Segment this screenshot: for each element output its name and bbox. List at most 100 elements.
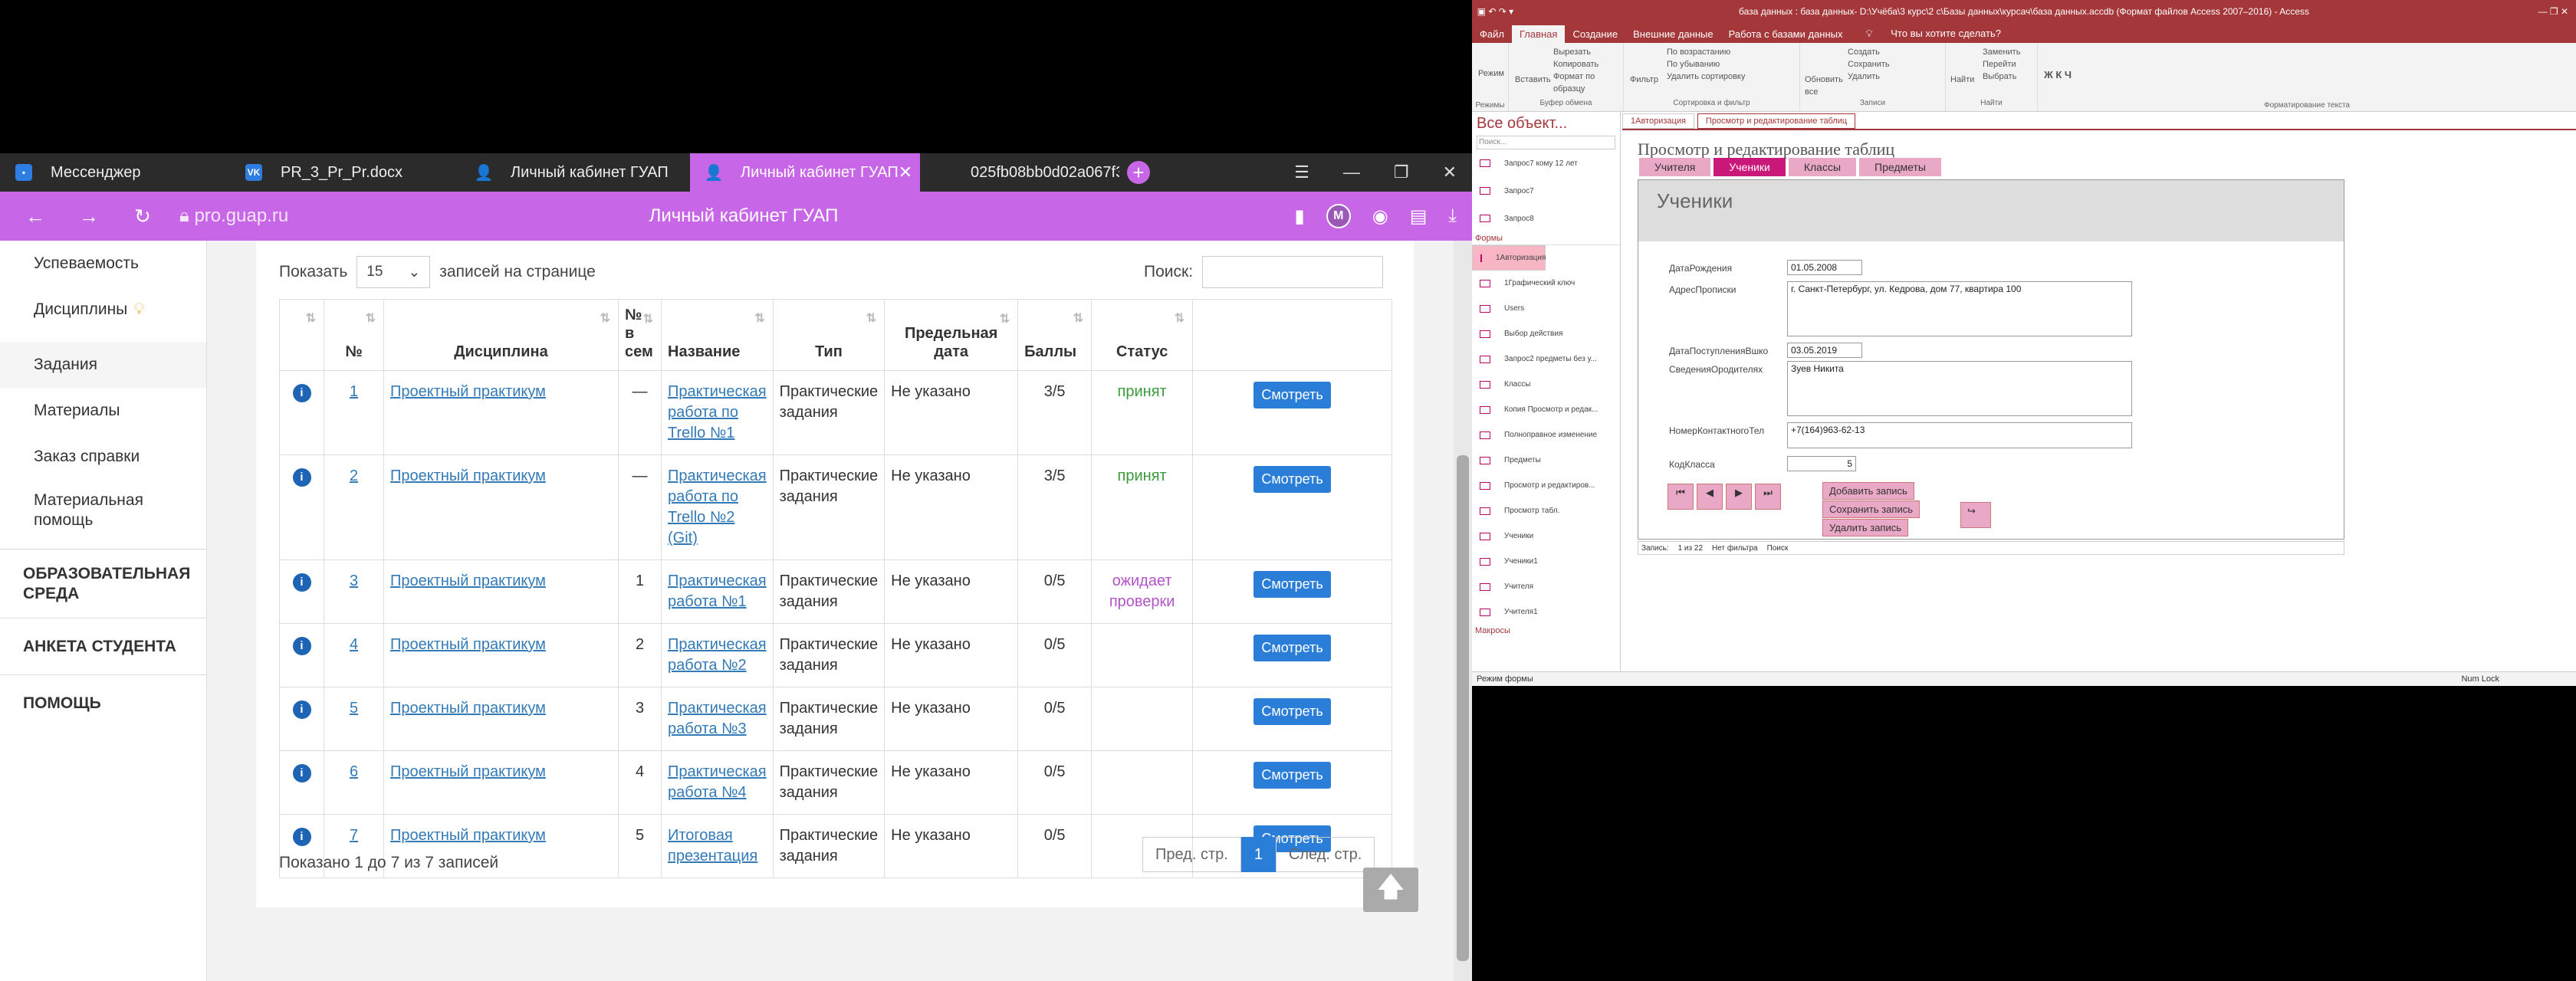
extension-icon[interactable]: ◉ (1372, 205, 1388, 228)
field-enroll-date[interactable]: 03.05.2019 (1787, 343, 1862, 358)
view-button[interactable]: Режим (1478, 69, 1504, 78)
info-icon[interactable]: i (292, 573, 311, 592)
field-parents[interactable]: Зуев Никита (1787, 361, 2132, 416)
task-name-link[interactable]: Практическая работа №2 (668, 636, 767, 674)
discipline-link[interactable]: Проектный практикум (390, 827, 546, 844)
refresh-all-button[interactable]: Обновить все (1805, 74, 1843, 98)
record-position[interactable]: 1 из 22 (1678, 544, 1703, 553)
exit-icon[interactable]: ↪ (1960, 502, 1991, 528)
last-record-icon[interactable]: ⏭ (1755, 484, 1781, 510)
task-name-link[interactable]: Итоговая презентация (668, 827, 757, 865)
nav-form-item[interactable]: Учителя1 (1472, 599, 1620, 625)
next-record-icon[interactable]: ▶ (1726, 484, 1752, 510)
task-number-link[interactable]: 4 (350, 636, 358, 653)
task-number-link[interactable]: 3 (350, 573, 358, 589)
form-tab-subjects[interactable]: Предметы (1859, 158, 1941, 176)
filter-button[interactable]: Фильтр (1630, 74, 1658, 86)
info-icon[interactable]: i (292, 468, 311, 487)
sidebar-item-materials[interactable]: Материалы (0, 388, 206, 434)
tab-guap-1[interactable]: 👤 Личный кабинет ГУАП (460, 153, 690, 192)
discipline-link[interactable]: Проектный практикум (390, 636, 546, 653)
back-icon[interactable]: ← (17, 205, 54, 228)
tab-messenger[interactable]: ▪ Мессенджер (0, 153, 230, 192)
quick-access-icons[interactable]: ▣ ↶ ↷ ▾ (1472, 6, 1625, 17)
discipline-link[interactable]: Проектный практикум (390, 700, 546, 717)
task-number-link[interactable]: 5 (350, 700, 358, 717)
field-class-code[interactable]: 5 (1787, 456, 1856, 471)
new-tab-button[interactable]: + (1127, 161, 1150, 184)
find-button[interactable]: Найти (1950, 74, 1974, 86)
nav-form-item[interactable]: Полноправное изменение (1472, 422, 1620, 448)
info-icon[interactable]: i (292, 764, 311, 783)
nav-form-item[interactable]: 1Авторизация (1472, 245, 1546, 271)
info-icon[interactable]: i (292, 828, 311, 846)
scroll-to-top-button[interactable]: 🡅 (1363, 868, 1418, 912)
text-format-buttons[interactable]: Ж К Ч (2044, 69, 2570, 80)
doctab-view-edit[interactable]: Просмотр и редактирование таблиц (1697, 113, 1856, 129)
page-1-button[interactable]: 1 (1240, 837, 1276, 872)
menu-home[interactable]: Главная (1511, 25, 1566, 43)
nav-form-item[interactable]: 1Графический ключ (1472, 271, 1620, 296)
view-button[interactable]: Смотреть (1254, 762, 1331, 789)
prev-record-icon[interactable]: ◀ (1697, 484, 1723, 510)
page-size-select[interactable]: 15 ⌄ (356, 256, 431, 288)
sidebar-section-survey[interactable]: АНКЕТА СТУДЕНТА (0, 618, 206, 674)
col-name[interactable]: Название ⇅ (661, 299, 774, 371)
sidebar-item-grades[interactable]: Успеваемость (0, 241, 206, 287)
menu-external[interactable]: Внешние данные (1625, 25, 1721, 43)
delete-record-form-button[interactable]: Удалить запись (1822, 519, 1909, 536)
prev-page-button[interactable]: Пред. стр. (1142, 837, 1241, 872)
nav-macros-header[interactable]: Макросы (1472, 625, 1620, 637)
delete-record-button[interactable]: Удалить (1848, 71, 1939, 83)
menu-file[interactable]: Файл (1472, 25, 1512, 43)
col-info[interactable]: ⇅ (279, 299, 324, 371)
copy-button[interactable]: Копировать (1553, 58, 1617, 71)
view-button[interactable]: Смотреть (1254, 635, 1331, 661)
view-button[interactable]: Смотреть (1254, 698, 1331, 725)
paste-button[interactable]: Вставить (1515, 74, 1551, 86)
view-button[interactable]: Смотреть (1254, 382, 1331, 408)
task-number-link[interactable]: 1 (350, 383, 358, 400)
task-number-link[interactable]: 6 (350, 763, 358, 780)
close-tab-icon[interactable]: ✕ (899, 162, 912, 182)
sort-asc-button[interactable]: По возрастанию (1667, 46, 1793, 58)
reload-icon[interactable]: ↻ (124, 205, 161, 228)
download-icon[interactable]: ⤓ (1448, 205, 1457, 227)
sidebar-item-certificate[interactable]: Заказ справки (0, 434, 206, 480)
col-type[interactable]: Тип ⇅ (772, 299, 886, 371)
col-score[interactable]: Баллы ⇅ (1017, 299, 1092, 371)
save-record-button[interactable]: Сохранить (1848, 58, 1939, 71)
sidebar-section-help[interactable]: ПОМОЩЬ (0, 674, 206, 731)
nav-title[interactable]: Все объект... (1472, 112, 1620, 136)
scrollbar-thumb[interactable] (1457, 455, 1469, 961)
first-record-icon[interactable]: ⏮ (1668, 484, 1694, 510)
sort-desc-button[interactable]: По убыванию (1667, 58, 1793, 71)
nav-form-item[interactable]: Выбор действия (1472, 321, 1620, 346)
nav-form-item[interactable]: Запрос2 предметы без у... (1472, 346, 1620, 372)
add-record-button[interactable]: Добавить запись (1822, 482, 1914, 500)
menu-create[interactable]: Создание (1565, 25, 1625, 43)
next-page-button[interactable]: След. стр. (1275, 837, 1375, 872)
nav-form-item[interactable]: Просмотр табл. (1472, 498, 1620, 523)
nav-form-item[interactable]: Просмотр и редактиров... (1472, 473, 1620, 498)
info-icon[interactable]: i (292, 700, 311, 719)
new-record-button[interactable]: Создать (1848, 46, 1939, 58)
task-name-link[interactable]: Практическая работа по Trello №1 (668, 383, 767, 441)
nav-form-item[interactable]: Учителя (1472, 574, 1620, 599)
forward-icon[interactable]: → (71, 205, 107, 228)
no-filter-button[interactable]: Нет фильтра (1712, 544, 1758, 553)
field-birthdate[interactable]: 01.05.2008 (1787, 260, 1862, 275)
col-deadline[interactable]: Предельная дата ⇅ (884, 299, 1019, 371)
save-record-form-button[interactable]: Сохранить запись (1822, 500, 1920, 518)
col-sem[interactable]: № в сем ⇅ (618, 299, 662, 371)
menu-dbtools[interactable]: Работа с базами данных (1721, 25, 1851, 43)
info-icon[interactable]: i (292, 637, 311, 655)
nav-item[interactable]: Запрос7 кому 12 лет (1472, 149, 1620, 177)
close-window-icon[interactable]: ✕ (1443, 162, 1457, 182)
tab-guap-active[interactable]: 👤 Личный кабинет ГУАП ✕ (690, 153, 920, 192)
reader-icon[interactable]: ▤ (1410, 205, 1428, 228)
nav-search-input[interactable]: Поиск... (1477, 136, 1615, 149)
url-field[interactable]: 🔒︎ pro.guap.ru (179, 205, 288, 227)
window-controls[interactable]: — ❐ ✕ (2423, 6, 2576, 17)
nav-item[interactable]: Запрос7 (1472, 177, 1620, 205)
